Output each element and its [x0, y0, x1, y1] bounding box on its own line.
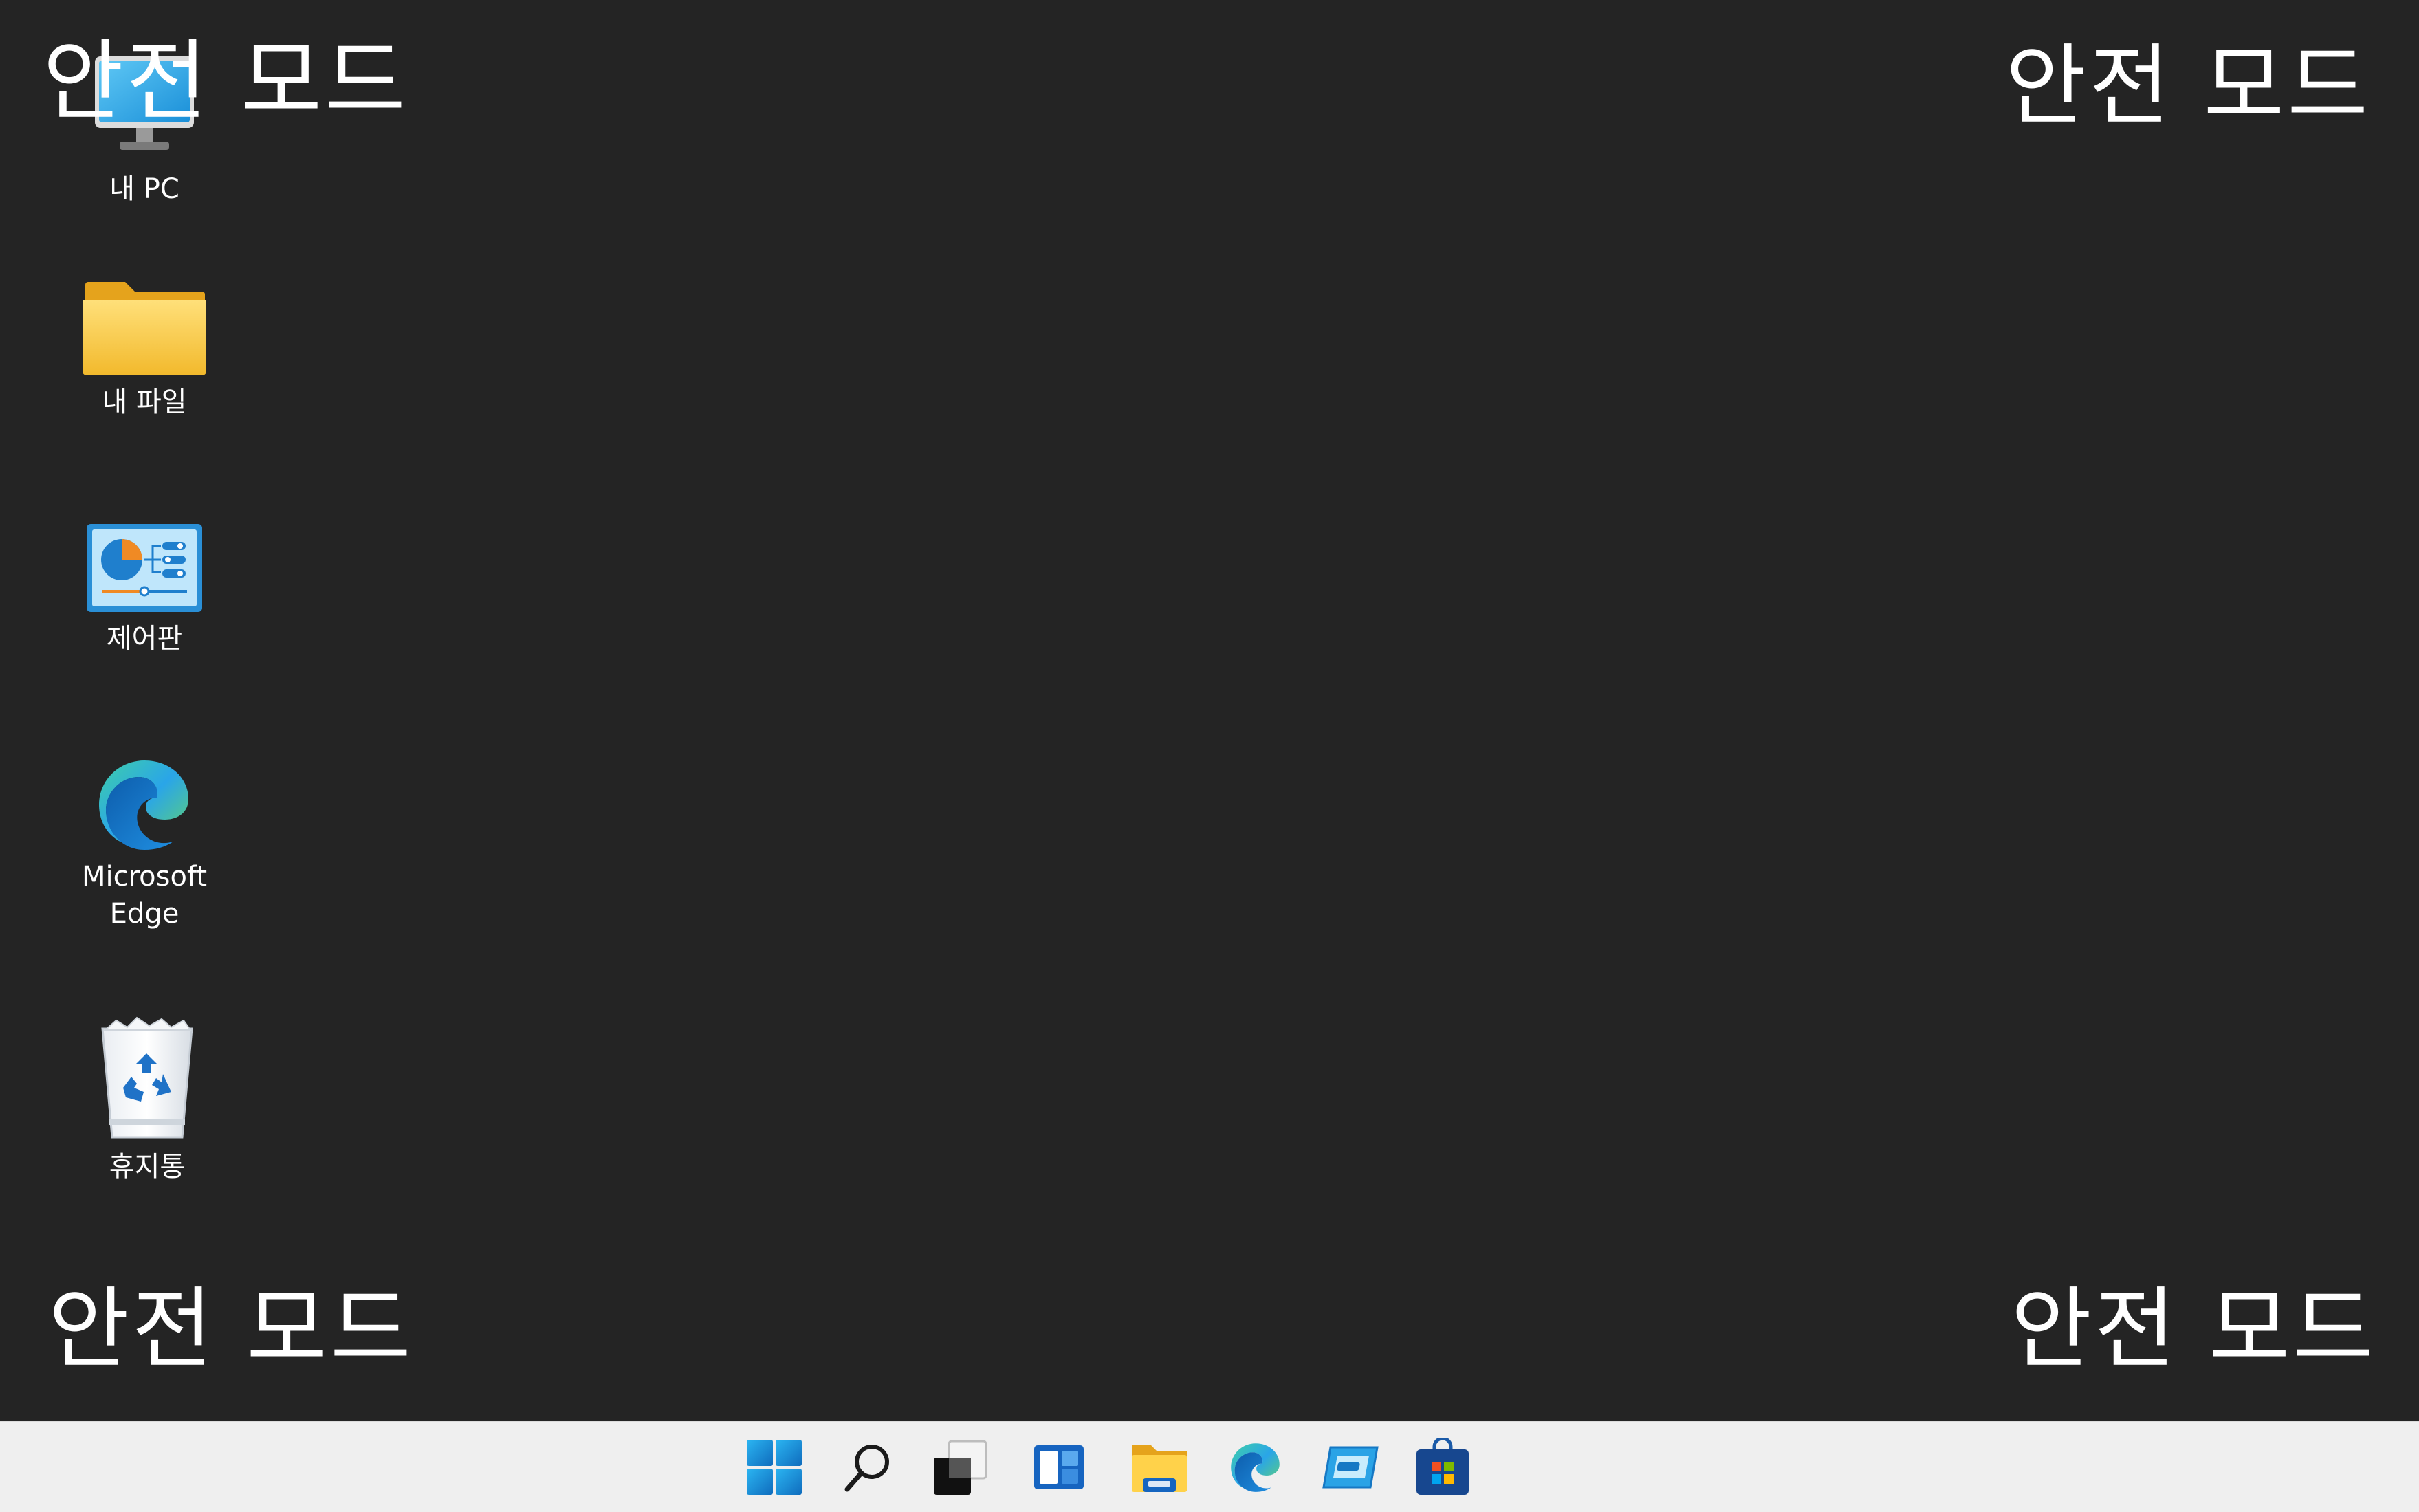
control-panel-icon	[87, 524, 202, 612]
desktop-icon-label: 제어판	[106, 623, 183, 655]
edge-icon	[99, 760, 188, 850]
taskbar-remote-desktop-button[interactable]	[1319, 1436, 1382, 1499]
file-explorer-icon	[1132, 1445, 1187, 1492]
taskbar-store-button[interactable]	[1411, 1436, 1474, 1499]
desktop-icon-label: 휴지통	[109, 1151, 186, 1183]
desktop-icon-label: 내 PC	[109, 173, 179, 205]
desktop-icon-control-panel[interactable]: 제어판	[62, 521, 227, 657]
desktop-icon-microsoft-edge[interactable]: Microsoft Edge	[62, 756, 227, 932]
taskbar	[0, 1421, 2419, 1512]
desktop-icon-label: 내 파일	[102, 386, 187, 418]
safe-mode-watermark-bottom-left: 안전 모드	[48, 1278, 414, 1381]
recycle-bin-icon	[101, 1016, 193, 1139]
search-icon	[844, 1445, 889, 1492]
folder-icon	[83, 282, 206, 375]
desktop-icon-recycle-bin[interactable]: 휴지통	[65, 1016, 230, 1185]
taskbar-start-button[interactable]	[743, 1436, 806, 1499]
taskbar-search-button[interactable]	[836, 1436, 899, 1499]
desktop-icon-my-files[interactable]: 내 파일	[62, 275, 227, 421]
desktop[interactable]: 안전 모드 안전 모드 안전 모드 안전 모드 내 PC 내 파일 제어판 Mi…	[0, 0, 2419, 1421]
taskbar-file-explorer-button[interactable]	[1128, 1436, 1191, 1499]
safe-mode-watermark-bottom-right: 안전 모드	[2011, 1278, 2376, 1381]
taskbar-widgets-button[interactable]	[1027, 1436, 1091, 1499]
widgets-icon	[1034, 1445, 1084, 1489]
task-view-icon	[934, 1440, 987, 1495]
desktop-icon-label: Microsoft Edge	[81, 861, 208, 930]
remote-desktop-icon	[1322, 1446, 1379, 1489]
taskbar-edge-button[interactable]	[1224, 1436, 1287, 1499]
store-icon	[1416, 1438, 1469, 1495]
safe-mode-watermark-top-left: 안전 모드	[43, 30, 408, 133]
edge-icon	[1231, 1443, 1280, 1492]
taskbar-task-view-button[interactable]	[928, 1436, 992, 1499]
start-icon	[747, 1440, 802, 1495]
safe-mode-watermark-top-right: 안전 모드	[2005, 35, 2371, 138]
